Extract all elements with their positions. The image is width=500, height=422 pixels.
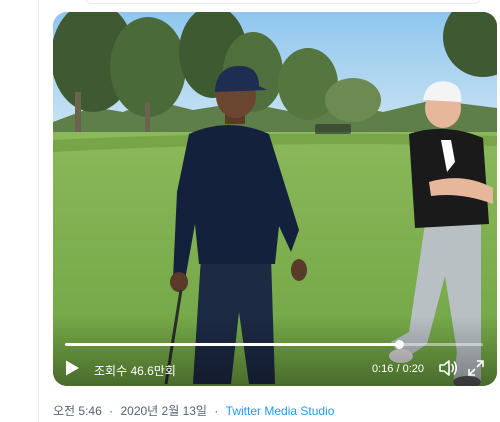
- fullscreen-button[interactable]: [467, 359, 485, 377]
- play-button[interactable]: [63, 359, 81, 377]
- progress-fill: [65, 343, 400, 346]
- progress-bar[interactable]: [65, 340, 483, 349]
- volume-icon: [439, 360, 458, 376]
- meta-separator: ·: [109, 404, 114, 418]
- meta-separator: ·: [214, 404, 219, 418]
- tweet-time[interactable]: 오전 5:46: [53, 404, 102, 418]
- tweet-meta: 오전 5:46 · 2020년 2월 13일 · Twitter Media S…: [53, 402, 334, 419]
- volume-button[interactable]: [438, 359, 458, 377]
- time-display: 0:16 / 0:20: [372, 363, 424, 375]
- view-count: 조회수 46.6만회: [94, 364, 176, 378]
- play-icon: [66, 360, 79, 376]
- video-player[interactable]: 조회수 46.6만회 0:16 / 0:20: [53, 12, 497, 386]
- tweet-date[interactable]: 2020년 2월 13일: [120, 404, 207, 418]
- tweet-source-link[interactable]: Twitter Media Studio: [226, 404, 335, 418]
- previous-tweet-card-edge: [84, 0, 482, 4]
- fullscreen-icon: [468, 360, 484, 376]
- timeline-divider: [38, 0, 39, 422]
